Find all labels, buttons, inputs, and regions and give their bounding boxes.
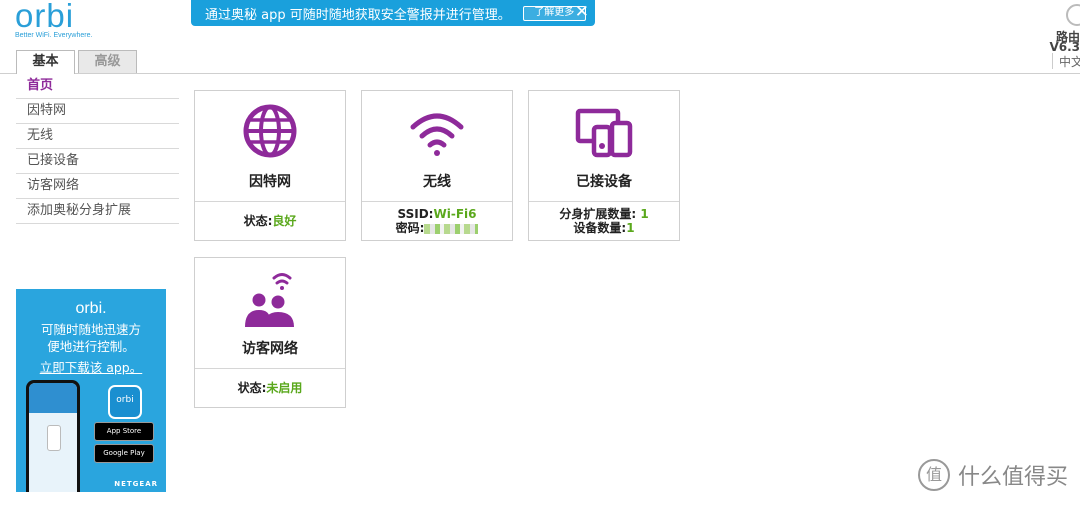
watermark-icon: 值 (917, 459, 950, 491)
app-store-badge[interactable]: App Store (94, 422, 154, 441)
promo-line-2: 便地进行控制。 (47, 339, 135, 354)
wireless-card[interactable]: 无线 SSID:Wi-Fi6 密码: (361, 90, 513, 241)
internet-card[interactable]: 因特网 状态:良好 (194, 90, 346, 241)
netgear-logo: NETGEAR (114, 480, 158, 488)
app-promo-panel[interactable]: orbi. 可随时随地迅速方 便地进行控制。 立即下载该 app。 orbi A… (16, 289, 166, 492)
orbi-logo[interactable]: orbi Better WiFi. Everywhere. (15, 0, 92, 39)
language-select[interactable]: 中文 (1052, 53, 1080, 69)
promo-logo: orbi. (75, 300, 107, 317)
devices-info: 分身扩展数量: 1 设备数量:1 (529, 201, 679, 240)
ssid-value: Wi-Fi6 (433, 207, 477, 221)
password-label: 密码: (395, 221, 425, 235)
sidebar-item-internet[interactable]: 因特网 (16, 99, 179, 124)
logo-tagline: Better WiFi. Everywhere. (15, 32, 93, 39)
satellites-label: 分身扩展数量: (559, 207, 637, 221)
promo-line-1: 可随时随地迅速方 (40, 322, 141, 337)
guest-network-card[interactable]: 访客网络 状态:未启用 (194, 257, 346, 408)
internet-status: 状态:良好 (195, 201, 345, 240)
device-count-label: 设备数量: (573, 221, 627, 235)
card-title: 因特网 (249, 174, 291, 190)
guest-users-icon (195, 270, 345, 330)
sidebar: 首页 因特网 无线 已接设备 访客网络 添加奥秘分身扩展 (16, 74, 179, 224)
main-tabs: 基本 高级 (16, 50, 140, 74)
satellites-value: 1 (640, 207, 649, 221)
guest-status: 状态:未启用 (195, 368, 345, 407)
phone-image (26, 380, 80, 492)
card-title: 已接设备 (576, 174, 632, 190)
status-label: 状态: (237, 381, 267, 395)
status-label: 状态: (243, 214, 273, 228)
download-app-link[interactable]: 立即下载该 app。 (16, 357, 166, 376)
header-info: 路由 V6.3 中文 (1040, 0, 1080, 72)
devices-icon (529, 103, 679, 163)
wireless-info: SSID:Wi-Fi6 密码: (362, 201, 512, 240)
site-watermark: 值 什么值得买 (917, 459, 1068, 491)
promo-text: 可随时随地迅速方 便地进行控制。 (16, 321, 166, 355)
tab-basic[interactable]: 基本 (16, 50, 75, 74)
google-play-badge[interactable]: Google Play (94, 444, 154, 463)
notification-banner: 通过奥秘 app 可随时随地获取安全警报并进行管理。 了解更多 ✕ (191, 0, 595, 26)
password-value-blurred (424, 223, 479, 234)
banner-text: 通过奥秘 app 可随时随地获取安全警报并进行管理。 (205, 7, 511, 23)
card-title: 访客网络 (242, 341, 298, 357)
device-count-value: 1 (626, 221, 635, 235)
tab-advanced[interactable]: 高级 (78, 50, 137, 73)
globe-icon (195, 103, 345, 163)
wifi-icon (362, 103, 512, 163)
firmware-version: V6.3 (1049, 40, 1080, 54)
sidebar-item-wireless[interactable]: 无线 (16, 124, 179, 149)
sidebar-item-home[interactable]: 首页 (16, 74, 179, 99)
sidebar-item-attached-devices[interactable]: 已接设备 (16, 149, 179, 174)
card-title: 无线 (423, 174, 451, 190)
logo-wordmark: orbi (15, 0, 75, 34)
sidebar-item-guest-network[interactable]: 访客网络 (16, 174, 179, 199)
status-value: 未启用 (266, 381, 303, 395)
app-icon: orbi (108, 385, 142, 419)
ssid-label: SSID: (397, 207, 434, 221)
status-value: 良好 (272, 214, 297, 228)
attached-devices-card[interactable]: 已接设备 分身扩展数量: 1 设备数量:1 (528, 90, 680, 241)
logout-icon[interactable] (1066, 4, 1080, 26)
close-icon[interactable]: ✕ (575, 2, 589, 22)
watermark-text: 什么值得买 (957, 465, 1068, 490)
sidebar-item-add-satellite[interactable]: 添加奥秘分身扩展 (16, 199, 179, 224)
